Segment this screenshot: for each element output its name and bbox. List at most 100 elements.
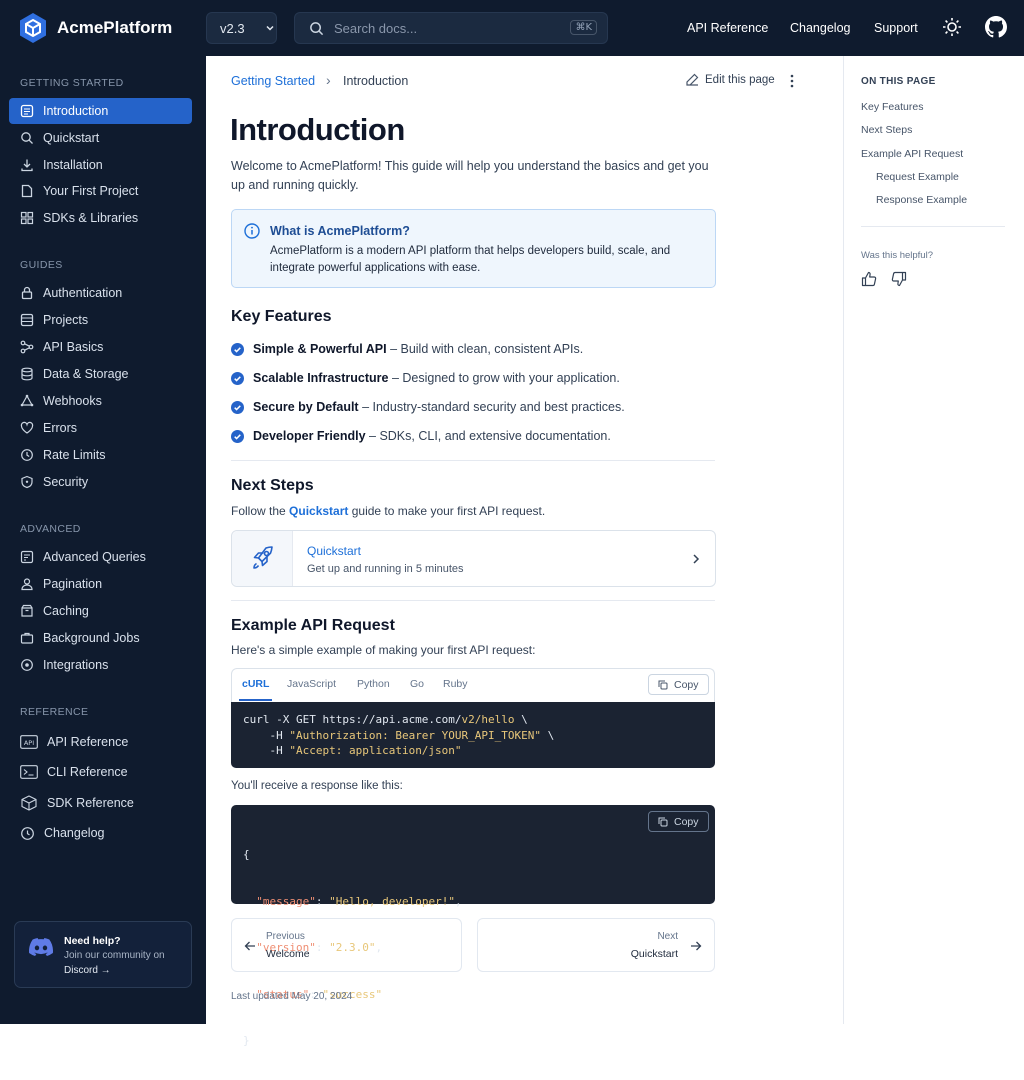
thumbs-up-icon[interactable] bbox=[861, 271, 877, 287]
sidebar-item-rate-limits[interactable]: Rate Limits bbox=[9, 442, 192, 468]
sidebar-item-label: Errors bbox=[43, 421, 78, 435]
tab-curl[interactable]: cURL bbox=[242, 678, 269, 690]
code-line: curl -X GET https://api.acme.com/v2/hell… bbox=[243, 712, 703, 728]
sidebar-item-api-reference[interactable]: API API Reference bbox=[9, 728, 192, 756]
sidebar-item-installation[interactable]: Installation bbox=[9, 152, 192, 178]
sidebar-item-label: Your First Project bbox=[43, 184, 139, 198]
sidebar-item-api-basics[interactable]: API Basics bbox=[9, 334, 192, 360]
toc-item-response-example[interactable]: Response Example bbox=[876, 194, 967, 206]
previous-title: Welcome bbox=[266, 948, 310, 960]
sidebar-item-errors[interactable]: Errors bbox=[9, 415, 192, 441]
search-icon bbox=[310, 21, 324, 35]
discord-link[interactable]: Discord → bbox=[64, 965, 111, 976]
sidebar: GETTING STARTED Introduction Quickstart … bbox=[0, 56, 206, 1024]
shield-icon bbox=[21, 475, 33, 489]
nav-link-support[interactable]: Support bbox=[874, 21, 918, 35]
breadcrumb-current: Introduction bbox=[343, 74, 409, 88]
card-description: Get up and running in 5 minutes bbox=[307, 563, 464, 575]
tab-python[interactable]: Python bbox=[357, 678, 390, 690]
thumbs-down-icon[interactable] bbox=[891, 271, 907, 287]
sidebar-item-caching[interactable]: Caching bbox=[9, 598, 192, 624]
sidebar-item-sdks-libraries[interactable]: SDKs & Libraries bbox=[9, 205, 192, 231]
toc-heading: ON THIS PAGE bbox=[861, 76, 936, 87]
list-icon bbox=[20, 313, 34, 327]
github-icon[interactable] bbox=[985, 16, 1007, 38]
sidebar-item-your-first-project[interactable]: Your First Project bbox=[9, 178, 192, 204]
sidebar-item-integrations[interactable]: Integrations bbox=[9, 652, 192, 678]
divider bbox=[861, 226, 1005, 227]
main-content: Getting Started › Introduction Edit this… bbox=[206, 56, 842, 1047]
sidebar-item-pagination[interactable]: Pagination bbox=[9, 571, 192, 597]
sidebar-item-security[interactable]: Security bbox=[9, 469, 192, 495]
json-value: "Hello, developer!" bbox=[329, 894, 455, 908]
tab-ruby[interactable]: Ruby bbox=[443, 678, 468, 690]
nav-link-api-reference[interactable]: API Reference bbox=[687, 21, 768, 35]
previous-page-link[interactable]: Previous Welcome bbox=[231, 918, 462, 972]
package-icon bbox=[21, 795, 37, 811]
next-title: Quickstart bbox=[630, 948, 678, 960]
sidebar-item-label: Installation bbox=[43, 158, 103, 172]
tab-go[interactable]: Go bbox=[410, 678, 424, 690]
next-page-link[interactable]: Next Quickstart bbox=[477, 918, 715, 972]
check-circle-icon bbox=[231, 342, 244, 356]
sidebar-item-authentication[interactable]: Authentication bbox=[9, 280, 192, 306]
tab-javascript[interactable]: JavaScript bbox=[287, 678, 336, 690]
response-code-block[interactable]: { "message": "Hello, developer!", "versi… bbox=[231, 805, 715, 1047]
breadcrumb-link[interactable]: Getting Started bbox=[231, 74, 315, 88]
edit-page-label: Edit this page bbox=[705, 73, 775, 86]
version-select[interactable]: v2.3 bbox=[206, 12, 277, 44]
sidebar-item-label: Advanced Queries bbox=[43, 550, 146, 564]
box-icon bbox=[21, 604, 33, 617]
help-text: Join our community on bbox=[64, 950, 165, 961]
brand-logo[interactable]: AcmePlatform bbox=[18, 12, 172, 44]
sidebar-item-label: Introduction bbox=[43, 104, 109, 118]
copy-button[interactable]: Copy bbox=[648, 674, 709, 695]
toc-item-request-example[interactable]: Request Example bbox=[876, 171, 959, 183]
sidebar-item-background-jobs[interactable]: Background Jobs bbox=[9, 625, 192, 651]
history-icon bbox=[21, 826, 34, 840]
toc-item-key-features[interactable]: Key Features bbox=[861, 101, 923, 113]
search-input[interactable]: Search docs... ⌘K bbox=[294, 12, 608, 44]
callout-body: AcmePlatform is a modern API platform th… bbox=[270, 245, 671, 274]
chevron-down-icon bbox=[266, 25, 274, 31]
feature-item: Developer Friendly – SDKs, CLI, and exte… bbox=[231, 429, 611, 443]
card-title: Quickstart bbox=[307, 544, 362, 558]
download-icon bbox=[21, 159, 33, 172]
search-shortcut: ⌘K bbox=[570, 20, 597, 35]
active-tab-indicator bbox=[239, 699, 272, 701]
quickstart-inline-link[interactable]: Quickstart bbox=[289, 504, 348, 518]
target-icon bbox=[21, 659, 33, 671]
quickstart-card[interactable]: Quickstart Get up and running in 5 minut… bbox=[231, 530, 716, 587]
copy-button[interactable]: Copy bbox=[648, 811, 709, 832]
divider bbox=[231, 460, 715, 461]
sidebar-item-changelog[interactable]: Changelog bbox=[9, 819, 192, 847]
sidebar-item-introduction[interactable]: Introduction bbox=[9, 98, 192, 124]
sidebar-item-projects[interactable]: Projects bbox=[9, 307, 192, 333]
document-icon bbox=[20, 104, 34, 118]
copy-icon bbox=[658, 817, 668, 826]
sidebar-item-data-storage[interactable]: Data & Storage bbox=[9, 361, 192, 387]
top-navbar: AcmePlatform v2.3 Search docs... ⌘K API … bbox=[0, 0, 1024, 56]
request-code-block[interactable]: curl -X GET https://api.acme.com/v2/hell… bbox=[231, 702, 715, 768]
sidebar-item-sdk-reference[interactable]: SDK Reference bbox=[9, 789, 192, 817]
edit-page-link[interactable]: Edit this page bbox=[686, 73, 775, 86]
database-icon bbox=[21, 367, 33, 381]
sidebar-item-webhooks[interactable]: Webhooks bbox=[9, 388, 192, 414]
nav-link-changelog[interactable]: Changelog bbox=[790, 21, 850, 35]
check-circle-icon bbox=[231, 371, 244, 385]
more-vertical-icon[interactable] bbox=[788, 74, 796, 88]
api-icon: API bbox=[20, 735, 38, 749]
toc-item-next-steps[interactable]: Next Steps bbox=[861, 124, 912, 136]
callout-title: What is AcmePlatform? bbox=[270, 224, 410, 238]
sidebar-item-cli-reference[interactable]: CLI Reference bbox=[9, 758, 192, 786]
sidebar-item-advanced-queries[interactable]: Advanced Queries bbox=[9, 544, 192, 570]
sidebar-item-quickstart[interactable]: Quickstart bbox=[9, 125, 192, 151]
help-card[interactable]: Need help? Join our community on Discord… bbox=[14, 921, 192, 988]
next-steps-text: Follow the Quickstart guide to make your… bbox=[231, 504, 545, 518]
webhook-icon bbox=[20, 394, 34, 407]
sidebar-item-label: Rate Limits bbox=[43, 448, 106, 462]
breadcrumb-separator: › bbox=[326, 72, 331, 88]
toc-item-example-api-request[interactable]: Example API Request bbox=[861, 148, 963, 160]
theme-toggle-sun-icon[interactable] bbox=[942, 17, 962, 37]
feature-title: Secure by Default bbox=[253, 400, 359, 414]
